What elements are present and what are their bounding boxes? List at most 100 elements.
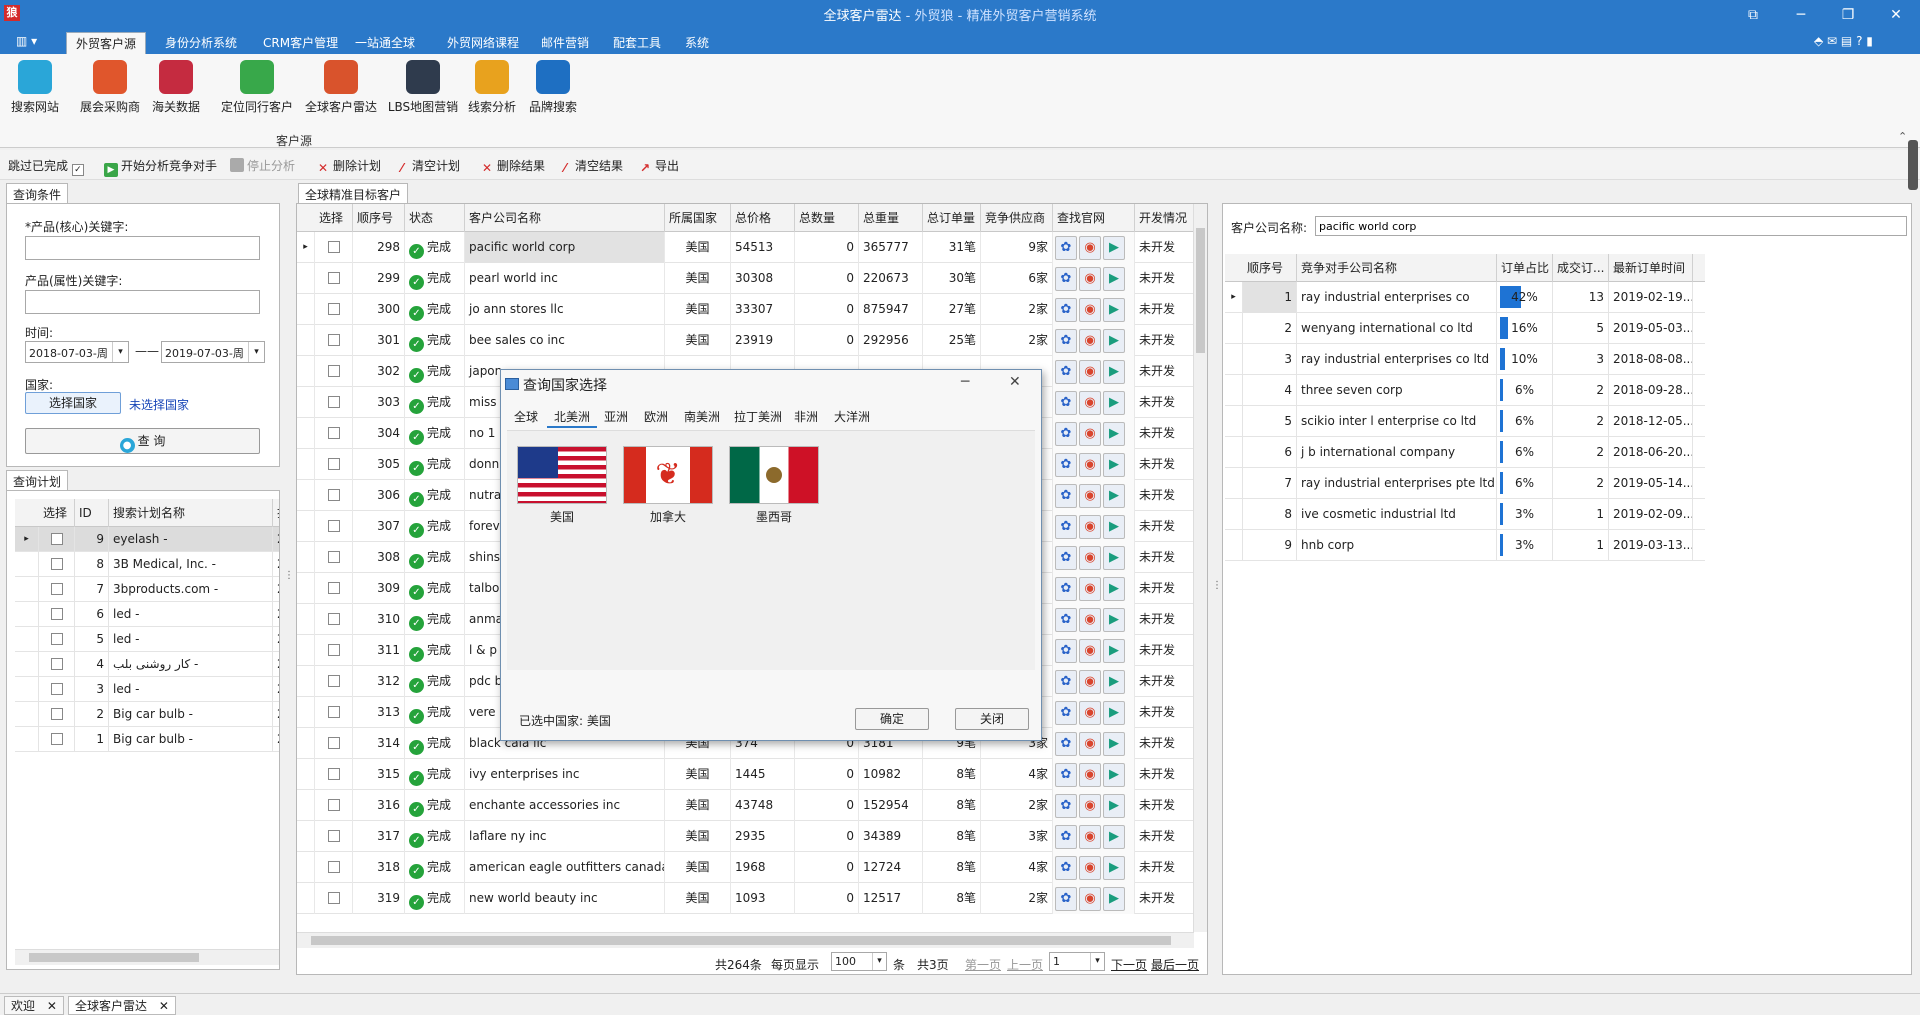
baidu-search-icon[interactable]: ✿ <box>1055 236 1077 260</box>
bing-search-icon[interactable]: ▶ <box>1103 422 1125 446</box>
dialog-close-icon[interactable]: ✕ <box>1009 374 1021 390</box>
bing-search-icon[interactable]: ▶ <box>1103 856 1125 880</box>
bing-search-icon[interactable]: ▶ <box>1103 794 1125 818</box>
bing-search-icon[interactable]: ▶ <box>1103 298 1125 322</box>
pager-per-page-select[interactable]: 100 ▾ <box>831 952 887 971</box>
google-search-icon[interactable]: ◉ <box>1079 453 1101 477</box>
clear-result-button[interactable]: ⁄ 清空结果 <box>558 157 623 175</box>
main-row-checkbox[interactable] <box>327 489 340 501</box>
bing-search-icon[interactable]: ▶ <box>1103 329 1125 353</box>
ribbon-button-3[interactable]: 海关数据 <box>146 60 206 115</box>
region-tab-7[interactable]: 非洲 <box>787 406 825 428</box>
bing-search-icon[interactable]: ▶ <box>1103 732 1125 756</box>
main-row-checkbox[interactable] <box>327 241 340 253</box>
plan-row[interactable]: 83B Medical, Inc. -20 <box>15 552 279 577</box>
main-row-select[interactable] <box>315 697 353 728</box>
main-row-checkbox[interactable] <box>327 892 340 904</box>
plan-row-select[interactable] <box>39 702 75 727</box>
google-search-icon[interactable]: ◉ <box>1079 515 1101 539</box>
bing-search-icon[interactable]: ▶ <box>1103 546 1125 570</box>
page-dropdown-icon[interactable]: ▾ <box>1090 953 1104 970</box>
baidu-search-icon[interactable]: ✿ <box>1055 887 1077 911</box>
google-search-icon[interactable]: ◉ <box>1079 360 1101 384</box>
skip-done-toggle[interactable]: 跳过已完成 ✓ <box>8 157 84 176</box>
menu-tab-2[interactable]: 身份分析系统 <box>156 32 246 54</box>
baidu-search-icon[interactable]: ✿ <box>1055 763 1077 787</box>
main-row-checkbox[interactable] <box>327 365 340 377</box>
competitor-row[interactable]: 3 ray industrial enterprises co ltd 10% 3 20… <box>1225 344 1705 375</box>
baidu-search-icon[interactable]: ✿ <box>1055 391 1077 415</box>
main-row[interactable]: 318 ✓ 完成 american eagle outfitters canada..… <box>297 852 1194 883</box>
main-row[interactable]: ▸ 298 ✓ 完成 pacific world corp 美国 54513 0 365777 3… <box>297 232 1194 263</box>
ribbon-button-6[interactable]: LBS地图营销 <box>386 60 460 115</box>
baidu-search-icon[interactable]: ✿ <box>1055 267 1077 291</box>
delete-result-button[interactable]: ✕ 删除结果 <box>480 157 545 175</box>
plan-row-checkbox[interactable] <box>50 533 63 545</box>
main-row-checkbox[interactable] <box>327 334 340 346</box>
ribbon-button-5[interactable]: 全球客户雷达 <box>302 60 380 115</box>
plan-row[interactable]: 3led -20 <box>15 677 279 702</box>
start-analysis-button[interactable]: ▶ 开始分析竞争对手 <box>104 157 217 177</box>
search-button[interactable]: ● 查 询 <box>25 428 260 454</box>
left-splitter-grip[interactable]: ⋮ <box>284 570 294 581</box>
main-row-select[interactable] <box>315 883 353 914</box>
main-row-select[interactable] <box>315 821 353 852</box>
main-row-select[interactable] <box>315 542 353 573</box>
ribbon-button-4[interactable]: 定位同行客户 <box>216 60 298 115</box>
pager-page-select[interactable]: 1 ▾ <box>1049 952 1105 971</box>
plan-row-select[interactable] <box>39 577 75 602</box>
baidu-search-icon[interactable]: ✿ <box>1055 732 1077 756</box>
delete-plan-button[interactable]: ✕ 删除计划 <box>316 157 381 175</box>
close-icon[interactable]: ✕ <box>1881 4 1911 26</box>
region-tab-5[interactable]: 南美洲 <box>677 406 727 428</box>
google-search-icon[interactable]: ◉ <box>1079 856 1101 880</box>
main-vertical-scrollbar[interactable] <box>1193 204 1207 932</box>
baidu-search-icon[interactable]: ✿ <box>1055 329 1077 353</box>
google-search-icon[interactable]: ◉ <box>1079 391 1101 415</box>
main-row-select[interactable] <box>315 635 353 666</box>
plan-row[interactable]: 2Big car bulb -20 <box>15 702 279 727</box>
dialog-minimize-icon[interactable]: ─ <box>961 374 969 390</box>
main-row-select[interactable] <box>315 480 353 511</box>
bing-search-icon[interactable]: ▶ <box>1103 515 1125 539</box>
main-row-checkbox[interactable] <box>327 768 340 780</box>
plan-row-checkbox[interactable] <box>50 633 63 645</box>
google-search-icon[interactable]: ◉ <box>1079 577 1101 601</box>
quick-access-menu-icon[interactable]: ▥ ▾ <box>16 34 37 48</box>
plans-horizontal-scrollbar[interactable] <box>15 949 279 965</box>
ribbon-button-7[interactable]: 线索分析 <box>464 60 520 115</box>
plan-row-select[interactable] <box>39 552 75 577</box>
bing-search-icon[interactable]: ▶ <box>1103 391 1125 415</box>
google-search-icon[interactable]: ◉ <box>1079 236 1101 260</box>
core-keyword-input[interactable] <box>25 236 260 260</box>
plan-row[interactable]: ▸ 9eyelash -20 <box>15 527 279 552</box>
date-to-dropdown-icon[interactable]: ▾ <box>248 342 264 362</box>
competitor-company-input[interactable] <box>1315 216 1907 236</box>
baidu-search-icon[interactable]: ✿ <box>1055 515 1077 539</box>
main-row[interactable]: 315 ✓ 完成 ivy enterprises inc 美国 1445 0 10982 8笔 4… <box>297 759 1194 790</box>
main-row-checkbox[interactable] <box>327 303 340 315</box>
main-row-checkbox[interactable] <box>327 737 340 749</box>
plan-row-select[interactable] <box>39 677 75 702</box>
main-row-select[interactable] <box>315 728 353 759</box>
country-canada[interactable]: ❦ 加拿大 <box>623 446 713 525</box>
main-row-select[interactable] <box>315 325 353 356</box>
google-search-icon[interactable]: ◉ <box>1079 422 1101 446</box>
plan-row-checkbox[interactable] <box>50 558 63 570</box>
google-search-icon[interactable]: ◉ <box>1079 763 1101 787</box>
skin-icon[interactable]: ⧉ <box>1738 4 1768 26</box>
skip-done-checkbox[interactable]: ✓ <box>71 164 84 176</box>
plan-row-checkbox[interactable] <box>50 658 63 670</box>
ribbon-button-8[interactable]: 品牌搜索 <box>524 60 582 115</box>
plan-row-checkbox[interactable] <box>50 583 63 595</box>
plan-row-select[interactable] <box>39 652 75 677</box>
header-tool-icons[interactable]: ⬘ ✉ ▤ ? ▮ <box>1814 34 1873 48</box>
pager-prev[interactable]: 上一页 <box>1007 956 1043 973</box>
plan-row[interactable]: 5led -20 <box>15 627 279 652</box>
stop-analysis-button[interactable]: 停止分析 <box>230 157 295 174</box>
main-row-checkbox[interactable] <box>327 861 340 873</box>
google-search-icon[interactable]: ◉ <box>1079 546 1101 570</box>
google-search-icon[interactable]: ◉ <box>1079 298 1101 322</box>
menu-tab-7[interactable]: 配套工具 <box>604 32 670 54</box>
main-row-checkbox[interactable] <box>327 520 340 532</box>
